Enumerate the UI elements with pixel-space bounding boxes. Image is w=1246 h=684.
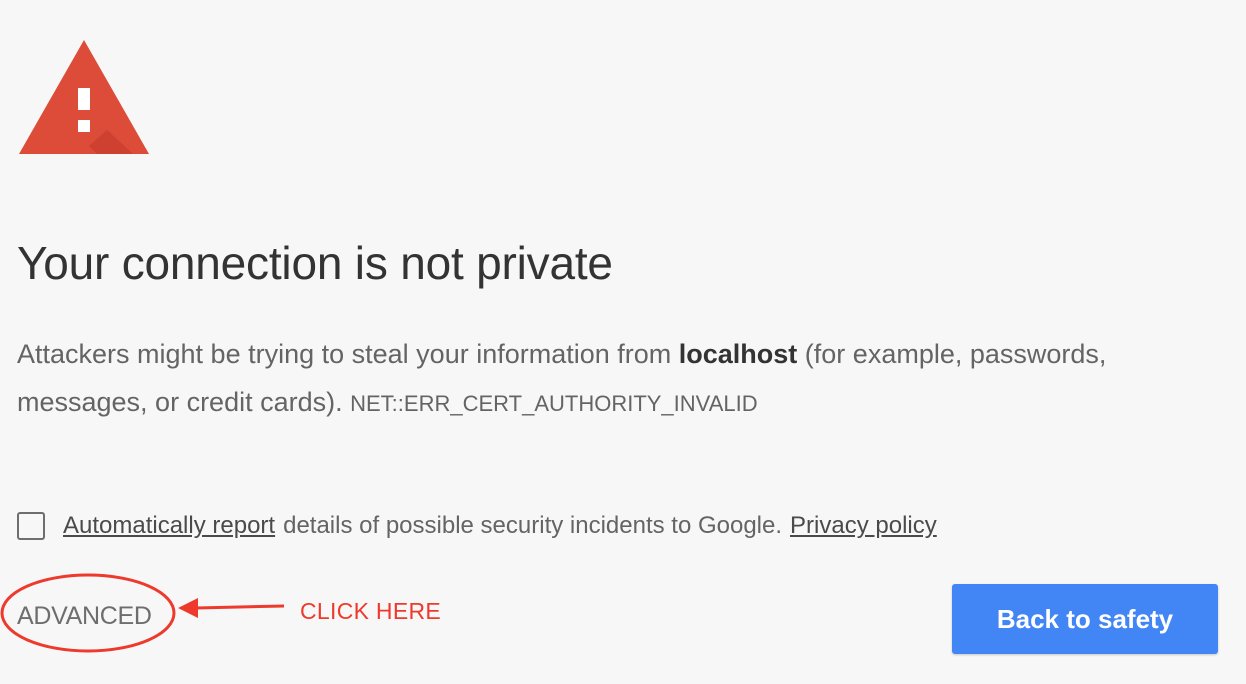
annotation-arrow-line xyxy=(195,604,285,610)
back-to-safety-button[interactable]: Back to safety xyxy=(952,584,1218,654)
host-name: localhost xyxy=(678,339,798,369)
warning-triangle-icon xyxy=(19,40,149,154)
automatic-report-link[interactable]: Automatically report xyxy=(63,512,275,540)
report-checkbox[interactable] xyxy=(17,512,45,540)
report-option-row: Automatically report details of possible… xyxy=(17,508,937,544)
error-description: Attackers might be trying to steal your … xyxy=(17,330,1167,428)
report-description: details of possible security incidents t… xyxy=(283,512,783,539)
annotation-label: CLICK HERE xyxy=(300,598,442,624)
advanced-button[interactable]: ADVANCED xyxy=(17,602,152,631)
interstitial-page: Your connection is not private Attackers… xyxy=(0,0,1246,684)
privacy-policy-link[interactable]: Privacy policy xyxy=(790,512,937,540)
annotation-arrow-head xyxy=(178,598,198,618)
description-prefix: Attackers might be trying to steal your … xyxy=(17,339,679,369)
page-title: Your connection is not private xyxy=(17,237,613,289)
error-code: NET::ERR_CERT_AUTHORITY_INVALID xyxy=(350,391,758,416)
